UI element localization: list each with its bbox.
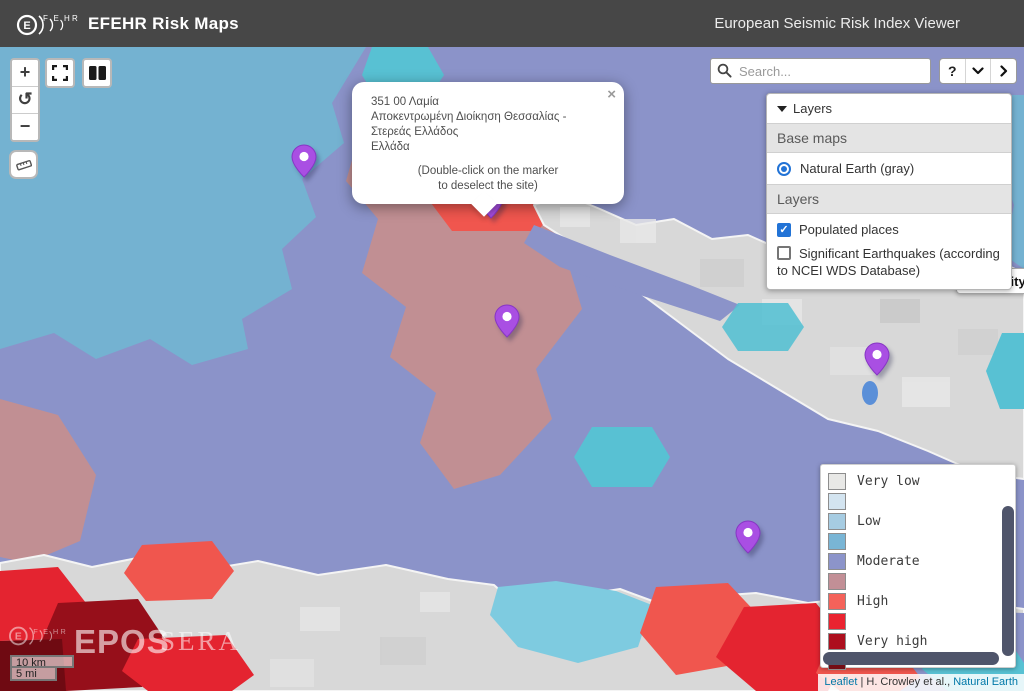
split-columns-icon — [89, 66, 106, 80]
legend-vertical-scrollbar[interactable] — [1002, 506, 1014, 656]
map-attribution: Leaflet | H. Crowley et al., Natural Ear… — [818, 674, 1024, 691]
legend-swatch — [828, 533, 846, 550]
reset-view-button[interactable]: ↺ — [12, 87, 38, 114]
checkbox-unchecked-icon[interactable] — [777, 246, 791, 260]
legend-swatch — [828, 473, 846, 490]
radio-checked-icon[interactable] — [777, 162, 791, 176]
ruler-icon — [16, 159, 32, 171]
fullscreen-icon — [52, 65, 68, 81]
search-input[interactable] — [710, 58, 931, 84]
base-map-option-label: Natural Earth (gray) — [800, 161, 914, 176]
popup-close-button[interactable]: × — [607, 87, 616, 102]
attribution-separator: | — [860, 676, 863, 688]
split-view-button[interactable] — [82, 58, 112, 88]
scale-control: 10 km 5 mi — [10, 655, 74, 681]
legend-swatch — [828, 553, 846, 570]
zoom-in-button[interactable]: + — [12, 60, 38, 87]
layer-option-populated-places[interactable]: ✓ Populated places — [767, 214, 1011, 239]
app-header: E F E H R EFEHR Risk Maps European Seism… — [0, 0, 1024, 47]
legend-swatch — [828, 513, 846, 530]
checkbox-checked-icon[interactable]: ✓ — [777, 223, 791, 237]
layers-section-header: Layers — [767, 184, 1011, 214]
popup-postal-city: 351 00 Λαμία — [371, 95, 605, 110]
zoom-control: + ↺ − — [10, 58, 40, 142]
help-button[interactable]: ? — [940, 59, 966, 83]
base-map-option[interactable]: Natural Earth (gray) — [767, 153, 1011, 184]
legend-rows: Very low Low Moderate High Very high — [828, 471, 927, 671]
popup-hint-line2: to deselect the site) — [371, 179, 605, 194]
svg-text:R: R — [72, 14, 78, 23]
triangle-down-icon — [777, 106, 787, 112]
measure-button[interactable] — [9, 150, 38, 179]
legend-swatch — [828, 633, 846, 650]
map-marker[interactable] — [291, 144, 317, 178]
svg-text:F: F — [43, 14, 48, 23]
legend-label: Very high — [857, 634, 927, 649]
efehr-risk-maps-app: E F E H R EFEHR Risk Maps European Seism… — [0, 0, 1024, 691]
efehr-logo-icon: E F E H R — [16, 9, 78, 39]
legend-swatch — [828, 573, 846, 590]
svg-text:E: E — [54, 14, 59, 23]
svg-text:E: E — [23, 20, 30, 32]
popup-country: Ελλάδα — [371, 140, 605, 155]
attribution-authors: H. Crowley et al., — [866, 676, 950, 688]
svg-text:H: H — [64, 14, 70, 23]
collapse-button[interactable] — [966, 59, 992, 83]
layers-panel: Layers Base maps Natural Earth (gray) La… — [766, 93, 1012, 290]
legend-label: High — [857, 594, 888, 609]
legend-label: Moderate — [857, 554, 920, 569]
popup-hint-line1: (Double-click on the marker — [371, 164, 605, 179]
legend-label: Low — [857, 514, 880, 529]
chevron-right-icon — [1000, 65, 1008, 77]
map-marker[interactable] — [494, 304, 520, 338]
search-submit-button[interactable] — [991, 59, 1016, 83]
legend-label: Very low — [857, 474, 920, 489]
chevron-down-icon — [972, 67, 984, 75]
app-title: EFEHR Risk Maps — [88, 14, 239, 34]
map-marker[interactable] — [735, 520, 761, 554]
legend-swatch — [828, 593, 846, 610]
layers-panel-toggle[interactable]: Layers — [767, 94, 1011, 123]
marker-popup: × 351 00 Λαμία Αποκεντρωμένη Διοίκηση Θε… — [352, 82, 624, 204]
popup-admin-region: Αποκεντρωμένη Διοίκηση Θεσσαλίας - Στερε… — [371, 110, 605, 140]
fullscreen-button[interactable] — [45, 58, 75, 88]
risk-legend: Very low Low Moderate High Very high — [820, 464, 1016, 668]
leaflet-link[interactable]: Leaflet — [824, 676, 857, 688]
search-button-group: ? — [939, 58, 1017, 84]
page-title: European Seismic Risk Index Viewer — [714, 15, 960, 32]
layer-option-label: Significant Earthquakes (according to NC… — [777, 246, 1000, 278]
layers-panel-title: Layers — [793, 101, 832, 116]
scale-km: 10 km — [10, 655, 74, 668]
legend-swatch — [828, 493, 846, 510]
search-icon — [717, 63, 732, 78]
base-maps-section-header: Base maps — [767, 123, 1011, 153]
legend-swatch — [828, 613, 846, 630]
legend-horizontal-scrollbar[interactable] — [823, 652, 999, 665]
layer-option-label: Populated places — [799, 222, 899, 237]
layer-option-significant-earthquakes[interactable]: Significant Earthquakes (according to NC… — [767, 239, 1011, 289]
zoom-out-button[interactable]: − — [12, 114, 38, 140]
map-marker[interactable] — [864, 342, 890, 376]
natural-earth-link[interactable]: Natural Earth — [953, 676, 1018, 688]
search-control — [710, 58, 931, 84]
scale-mi: 5 mi — [10, 668, 57, 681]
